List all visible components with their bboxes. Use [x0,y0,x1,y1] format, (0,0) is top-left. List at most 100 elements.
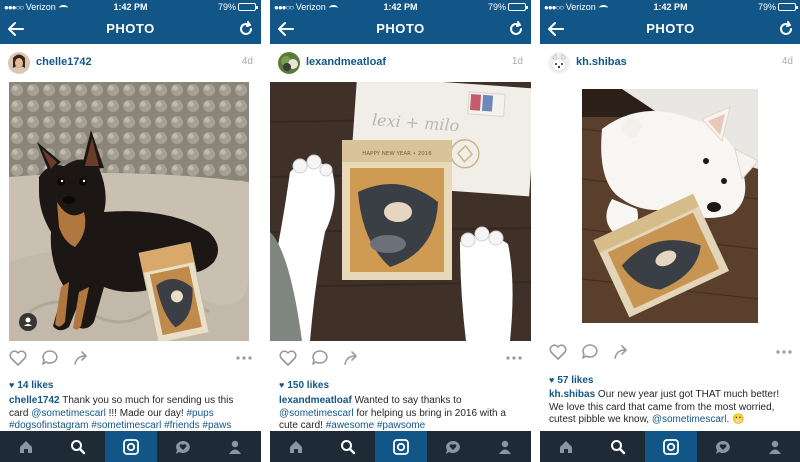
tab-camera[interactable] [644,431,697,462]
tab-camera[interactable] [374,431,427,462]
post-username[interactable]: kh.shibas [576,56,627,68]
profile-icon [768,440,781,454]
post-actions [270,345,531,371]
more-icon[interactable] [775,342,793,362]
refresh-icon[interactable] [238,21,254,37]
tab-profile[interactable] [749,431,800,462]
post-age: 1d [511,56,523,67]
post-actions [0,345,261,371]
nav-bar: PHOTO [540,14,800,44]
comment-icon[interactable] [580,342,600,362]
home-icon [20,440,33,453]
status-bar: ●●●○○ Verizon 1:42 PM 79% [540,0,800,14]
post-header: lexandmeatloaf 1d [270,44,531,82]
page-title: PHOTO [646,21,695,36]
card-greeting: HAPPY NEW YEAR [362,151,411,157]
search-icon [611,439,626,454]
page-title: PHOTO [376,21,425,36]
small-heart-icon: ♥ [9,380,15,390]
caption-mention[interactable]: @sometimescarl [31,408,106,419]
post-actions [540,339,800,365]
tab-profile[interactable] [479,431,531,462]
more-icon[interactable] [235,348,253,368]
like-count[interactable]: ♥ 150 likes [279,380,329,391]
tab-bar [0,431,261,462]
caption-username[interactable]: chelle1742 [9,395,60,406]
activity-icon [175,440,190,454]
camera-icon [392,438,409,455]
tab-home[interactable] [270,431,322,462]
like-count[interactable]: ♥ 57 likes [549,375,594,386]
top-bar: ●●●○○ Verizon 1:42 PM 79% PHOTO [270,0,531,44]
battery: 79% [488,0,528,14]
post-caption: kh.shibas Our new year just got THAT muc… [549,389,780,425]
post-header: chelle1742 4d [0,44,261,82]
tab-activity[interactable] [427,431,479,462]
tagged-user-icon[interactable] [19,313,37,331]
post-username[interactable]: lexandmeatloaf [306,56,386,68]
profile-icon [498,440,511,454]
caption-username[interactable]: lexandmeatloaf [279,395,352,406]
nav-bar: PHOTO [0,14,261,44]
tab-profile[interactable] [209,431,261,462]
caption-mention[interactable]: @sometimescarl [652,414,727,425]
refresh-icon[interactable] [508,21,524,37]
post-photo[interactable] [582,89,758,323]
avatar[interactable] [278,52,300,74]
battery: 79% [758,0,798,14]
comment-icon[interactable] [310,348,330,368]
phone-panel-2: ●●●○○ Verizon 1:42 PM 79% PHOTO lexandme… [270,0,531,462]
post-username[interactable]: chelle1742 [36,56,92,68]
heart-icon[interactable] [8,348,28,368]
nav-bar: PHOTO [270,14,531,44]
tab-activity[interactable] [697,431,749,462]
caption-mention[interactable]: @sometimescarl [279,408,354,419]
three-post-screenshots: ●●●○○ Verizon 1:42 PM 79% PHOTO chelle17… [0,0,800,462]
small-heart-icon: ♥ [279,380,285,390]
post-age: 4d [781,56,793,67]
post-photo[interactable]: lexi + milo HAPPY NEW YEAR • 2016 [270,82,531,341]
profile-icon [228,440,241,454]
tab-search[interactable] [322,431,374,462]
tab-home[interactable] [540,431,592,462]
tab-home[interactable] [0,431,52,462]
avatar[interactable] [8,52,30,74]
phone-panel-3: ●●●○○ Verizon 1:42 PM 79% PHOTO kh.shiba… [540,0,800,462]
post-header: kh.shibas 4d [540,44,800,82]
phone-panel-1: ●●●○○ Verizon 1:42 PM 79% PHOTO chelle17… [0,0,261,462]
tab-search[interactable] [52,431,104,462]
home-icon [560,440,573,453]
top-bar: ●●●○○ Verizon 1:42 PM 79% PHOTO [0,0,261,44]
post-caption: chelle1742 Thank you so much for sending… [9,395,234,431]
caption-hashtags[interactable]: #awesome #pawsome [326,420,426,431]
caption-username[interactable]: kh.shibas [549,389,595,400]
svg-text:HAPPY NEW YEAR • 2016: HAPPY NEW YEAR • 2016 [362,151,432,157]
status-bar: ●●●○○ Verizon 1:42 PM 79% [0,0,261,14]
search-icon [341,439,356,454]
like-count[interactable]: ♥ 14 likes [9,380,54,391]
search-icon [71,439,86,454]
comment-icon[interactable] [40,348,60,368]
status-bar: ●●●○○ Verizon 1:42 PM 79% [270,0,531,14]
post-caption: lexandmeatloaf Wanted to say thanks to @… [279,395,506,431]
tab-activity[interactable] [157,431,209,462]
top-bar: ●●●○○ Verizon 1:42 PM 79% PHOTO [540,0,800,44]
card-year: 2016 [418,151,432,157]
small-heart-icon: ♥ [549,375,555,385]
more-icon[interactable] [505,348,523,368]
heart-icon[interactable] [278,348,298,368]
tab-bar [540,431,800,462]
page-title: PHOTO [106,21,155,36]
heart-icon[interactable] [548,342,568,362]
panel-gap [261,0,270,462]
camera-icon [122,438,139,455]
share-icon[interactable] [72,348,92,368]
tab-search[interactable] [592,431,644,462]
refresh-icon[interactable] [778,21,794,37]
share-icon[interactable] [342,348,362,368]
post-photo[interactable] [9,82,249,341]
home-icon [290,440,303,453]
share-icon[interactable] [612,342,632,362]
tab-camera[interactable] [104,431,157,462]
avatar[interactable] [548,52,570,74]
